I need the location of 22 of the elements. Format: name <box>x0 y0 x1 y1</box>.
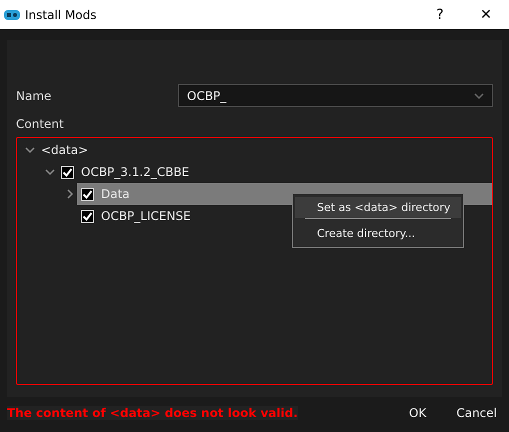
name-combo-box[interactable]: OCBP_ <box>178 84 493 107</box>
error-message: The content of <data> does not look valid. <box>7 406 298 420</box>
help-button[interactable]: ? <box>417 0 463 29</box>
content-label: Content <box>16 117 65 133</box>
chevron-down-icon[interactable] <box>45 167 55 177</box>
menu-item[interactable]: Create directory... <box>295 223 461 244</box>
tree-item[interactable]: <data> <box>41 143 88 157</box>
window-title: Install Mods <box>25 8 97 22</box>
dialog-button[interactable]: Cancel <box>451 406 502 420</box>
menu-item[interactable]: Set as <data> directory <box>295 197 461 218</box>
tree-item[interactable]: OCBP_3.1.2_CBBE <box>81 165 190 179</box>
checkbox[interactable] <box>61 166 74 178</box>
chevron-right-icon[interactable] <box>65 189 75 199</box>
checkbox[interactable] <box>81 210 94 222</box>
checkbox[interactable] <box>81 188 94 200</box>
name-label: Name <box>16 88 52 102</box>
tree-item[interactable]: OCBP_LICENSE <box>101 209 191 223</box>
chevron-down-icon <box>474 92 484 98</box>
chevron-down-icon[interactable] <box>25 145 35 155</box>
app-icon <box>4 10 20 20</box>
close-button[interactable]: ✕ <box>463 0 509 29</box>
dialog-button[interactable]: OK <box>404 406 432 420</box>
